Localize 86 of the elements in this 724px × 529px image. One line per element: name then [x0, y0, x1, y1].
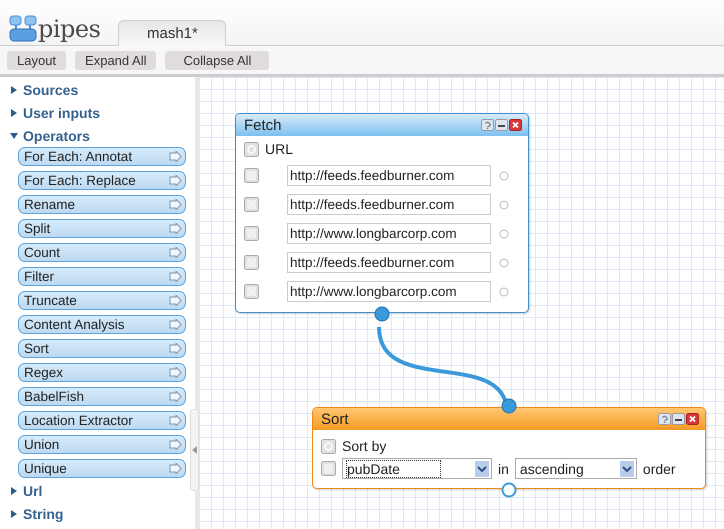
triangle-right-icon — [10, 108, 18, 116]
add-arrow-icon — [169, 439, 182, 450]
scrollbar-handle[interactable] — [190, 409, 199, 491]
triangle-right-icon — [10, 510, 18, 518]
module-title: Fetch — [244, 116, 282, 134]
minimize-icon — [672, 413, 685, 425]
module-item[interactable]: Truncate — [18, 291, 186, 310]
category-header[interactable]: User inputs — [10, 101, 100, 124]
add-arrow-icon — [169, 151, 182, 162]
category-header[interactable]: Operators — [10, 124, 90, 147]
triangle-down-icon — [10, 132, 18, 140]
add-arrow-icon — [169, 343, 182, 354]
add-arrow-icon — [169, 415, 182, 426]
module-item[interactable]: For Each: Replace — [18, 171, 186, 190]
category-header[interactable]: String — [10, 502, 64, 525]
url-field[interactable]: http://feeds.feedburner.com — [287, 252, 491, 273]
add-arrow-icon — [169, 295, 182, 306]
remove-field-icon — [244, 284, 259, 299]
output-terminal — [374, 306, 390, 322]
url-field[interactable]: http://www.longbarcorp.com — [287, 281, 491, 302]
logo-icon — [8, 14, 38, 42]
add-arrow-icon — [169, 175, 182, 186]
toolbar-button[interactable]: Collapse All — [165, 51, 270, 70]
add-arrow-icon — [169, 271, 182, 282]
module-window[interactable]: Fetch URL http://feeds.feedburner.com http://feeds.feedburner.com http://www.longbarcorp.com http://feeds.feedburner.com http://www.longbarcorp.com — [235, 113, 529, 313]
add-field-icon — [321, 438, 336, 454]
toolbar-button[interactable]: Layout — [7, 51, 66, 70]
output-terminal — [501, 482, 517, 498]
terminal-icon — [499, 228, 509, 238]
module-item[interactable]: Unique — [18, 459, 186, 478]
canvas[interactable]: Fetch URL http://feeds.feedburner.com http://feeds.feedburner.com http://www.longbarcorp.com http://feeds.feedburner.com http://www.longbarcorp.com Sort Sort by pubDate in ascending order — [199, 77, 724, 529]
add-arrow-icon — [169, 391, 182, 402]
direction-dropdown[interactable]: ascending — [514, 458, 637, 479]
module-item[interactable]: Regex — [18, 363, 186, 382]
module-item[interactable]: Union — [18, 435, 186, 454]
close-icon — [509, 119, 522, 131]
terminal-icon — [499, 258, 509, 268]
field-label: URL — [265, 141, 294, 157]
chevron-down-icon — [620, 460, 634, 476]
terminal-icon — [499, 170, 509, 180]
input-terminal — [501, 398, 517, 414]
remove-field-icon — [244, 226, 259, 241]
url-field[interactable]: http://feeds.feedburner.com — [287, 165, 491, 186]
remove-field-icon — [244, 255, 259, 270]
add-arrow-icon — [169, 223, 182, 234]
add-arrow-icon — [169, 247, 182, 258]
field-label: Sort by — [342, 438, 386, 454]
module-item[interactable]: For Each: Annotat — [18, 147, 186, 166]
minimize-icon — [495, 119, 508, 131]
in-label: in — [498, 460, 509, 476]
order-label: order — [642, 460, 676, 476]
chevron-down-icon — [475, 460, 489, 476]
module-item[interactable]: Content Analysis — [18, 315, 186, 334]
category-header[interactable]: Url — [10, 479, 42, 502]
triangle-right-icon — [10, 486, 18, 494]
add-arrow-icon — [169, 463, 182, 474]
add-field-icon — [244, 142, 259, 156]
remove-field-icon — [244, 168, 259, 183]
help-icon — [481, 119, 494, 131]
module-window[interactable]: Sort Sort by pubDate in ascending order — [312, 407, 706, 489]
module-item[interactable]: Location Extractor — [18, 411, 186, 430]
terminal-icon — [499, 200, 509, 210]
url-field[interactable]: http://feeds.feedburner.com — [287, 194, 491, 215]
sort-field-dropdown[interactable]: pubDate — [342, 458, 492, 479]
triangle-left-icon — [192, 446, 197, 454]
remove-field-icon — [244, 197, 259, 212]
module-item[interactable]: Sort — [18, 339, 186, 358]
help-icon — [658, 413, 671, 425]
add-arrow-icon — [169, 199, 182, 210]
triangle-right-icon — [10, 86, 18, 94]
tab[interactable]: mash1* — [118, 20, 226, 46]
module-item[interactable]: Filter — [18, 267, 186, 286]
category-header[interactable]: Sources — [10, 78, 78, 101]
module-title: Sort — [321, 410, 349, 428]
logo-text: pipes — [38, 16, 100, 42]
add-arrow-icon — [169, 319, 182, 330]
add-arrow-icon — [169, 367, 182, 378]
module-item[interactable]: Split — [18, 219, 186, 238]
module-item[interactable]: Count — [18, 243, 186, 262]
url-field[interactable]: http://www.longbarcorp.com — [287, 223, 491, 244]
close-icon — [686, 413, 699, 425]
terminal-icon — [499, 286, 509, 296]
module-item[interactable]: Rename — [18, 195, 186, 214]
toolbar-button[interactable]: Expand All — [75, 51, 156, 70]
remove-field-icon — [321, 461, 336, 476]
module-item[interactable]: BabelFish — [18, 387, 186, 406]
